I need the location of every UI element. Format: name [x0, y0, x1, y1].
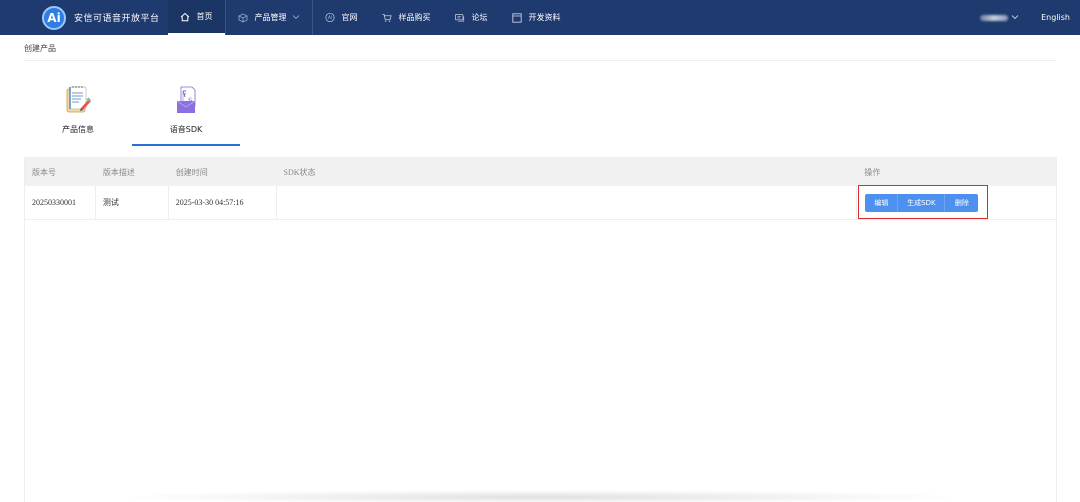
nav-sample-purchase[interactable]: 样品购买: [370, 0, 443, 35]
table-header: 版本号 版本描述 创建时间 SDK状态 操作: [25, 158, 1056, 186]
svg-text:AI: AI: [328, 15, 332, 20]
nav-product-management[interactable]: 产品管理: [226, 0, 312, 35]
nav-official-site-label: 官网: [341, 13, 358, 22]
column-header-description: 版本描述: [102, 167, 135, 177]
box-icon: [238, 12, 248, 23]
nav-official-site[interactable]: AI 官网: [313, 0, 370, 35]
bottom-shadow: [110, 490, 970, 502]
nav-product-management-label: 产品管理: [254, 13, 287, 22]
column-header-actions: 操作: [864, 167, 881, 177]
nav-home-label: 首页: [196, 12, 213, 21]
tab-voice-sdk[interactable]: SDK 语音SDK: [132, 84, 240, 146]
chevron-down-icon[interactable]: [1011, 14, 1019, 22]
sdk-file-icon: SDK: [171, 84, 201, 116]
tab-product-info[interactable]: 产品信息: [24, 84, 132, 146]
nav-dev-docs-label: 开发资料: [528, 13, 561, 22]
home-icon: [180, 12, 190, 22]
tab-product-info-label: 产品信息: [62, 125, 94, 134]
doc-icon: [511, 12, 522, 23]
chevron-down-icon: [292, 14, 300, 22]
nav-right: English: [980, 0, 1080, 35]
cell-created: 2025-03-30 04:57:16: [169, 186, 277, 219]
notebook-icon: [63, 84, 93, 116]
column-header-created: 创建时间: [175, 167, 208, 177]
cell-version: 20250330001: [25, 186, 96, 219]
cell-description: 测试: [96, 186, 169, 219]
nav-forum-label: 论坛: [471, 13, 488, 22]
nav-dev-docs[interactable]: 开发资料: [500, 0, 573, 35]
column-header-status: SDK状态: [283, 167, 316, 177]
cart-icon: [381, 13, 392, 23]
brand[interactable]: Ai 安信可语音开放平台: [0, 0, 168, 35]
highlight-box: [858, 185, 988, 219]
nav-forum[interactable]: 论坛: [443, 0, 500, 35]
top-navigation-bar: Ai 安信可语音开放平台 首页 产品管理 AI 官网 样品购买 论坛 开发资料 …: [0, 0, 1080, 35]
nav-home[interactable]: 首页: [167, 0, 225, 35]
divider: [24, 60, 1056, 61]
chat-icon: [454, 13, 465, 23]
tab-voice-sdk-label: 语音SDK: [169, 125, 203, 134]
ai-circle-icon: AI: [324, 12, 335, 23]
brand-name: 安信可语音开放平台: [74, 14, 160, 24]
breadcrumb: 创建产品: [24, 44, 56, 53]
brand-logo: Ai: [42, 5, 66, 30]
user-avatar[interactable]: [980, 14, 1009, 21]
cell-status: [277, 186, 858, 219]
column-header-version: 版本号: [32, 167, 56, 177]
language-switch[interactable]: English: [1041, 13, 1070, 22]
nav-sample-purchase-label: 样品购买: [398, 13, 431, 22]
